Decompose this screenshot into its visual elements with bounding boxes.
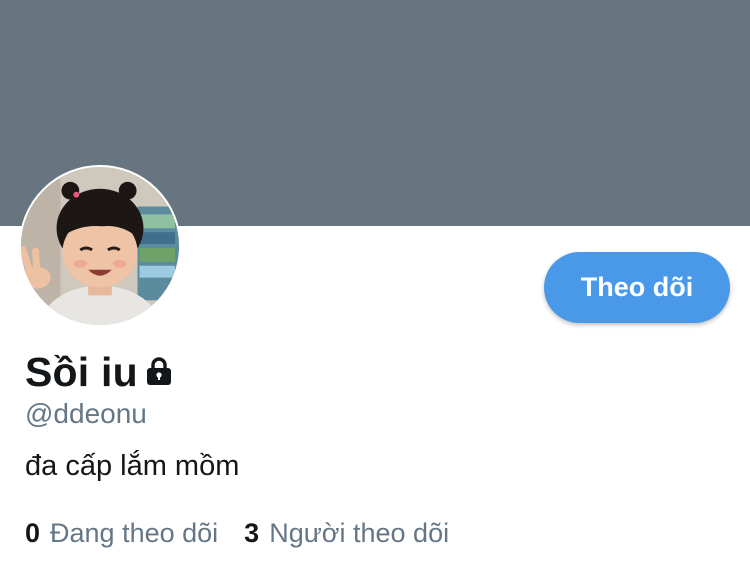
name-row: Sồi iu bbox=[25, 344, 174, 400]
profile-header: Theo dõi Sồi iu @ddeonu đa cấp lắm mồm 0… bbox=[0, 0, 750, 571]
followers-stat[interactable]: 3 Người theo dõi bbox=[244, 518, 449, 549]
lock-icon bbox=[144, 357, 174, 387]
user-handle: @ddeonu bbox=[25, 398, 147, 429]
avatar-photo bbox=[21, 167, 179, 325]
following-stat[interactable]: 0 Đang theo dõi bbox=[25, 518, 218, 549]
avatar[interactable] bbox=[19, 165, 181, 327]
profile-bio: đa cấp lắm mồm bbox=[25, 450, 240, 482]
following-count: 0 bbox=[25, 518, 41, 548]
following-label: Đang theo dõi bbox=[50, 518, 219, 548]
profile-stats: 0 Đang theo dõi 3 Người theo dõi bbox=[25, 518, 475, 549]
display-name: Sồi iu bbox=[25, 348, 138, 395]
followers-label: Người theo dõi bbox=[269, 518, 450, 548]
follow-button[interactable]: Theo dõi bbox=[544, 252, 730, 323]
followers-count: 3 bbox=[244, 518, 260, 548]
